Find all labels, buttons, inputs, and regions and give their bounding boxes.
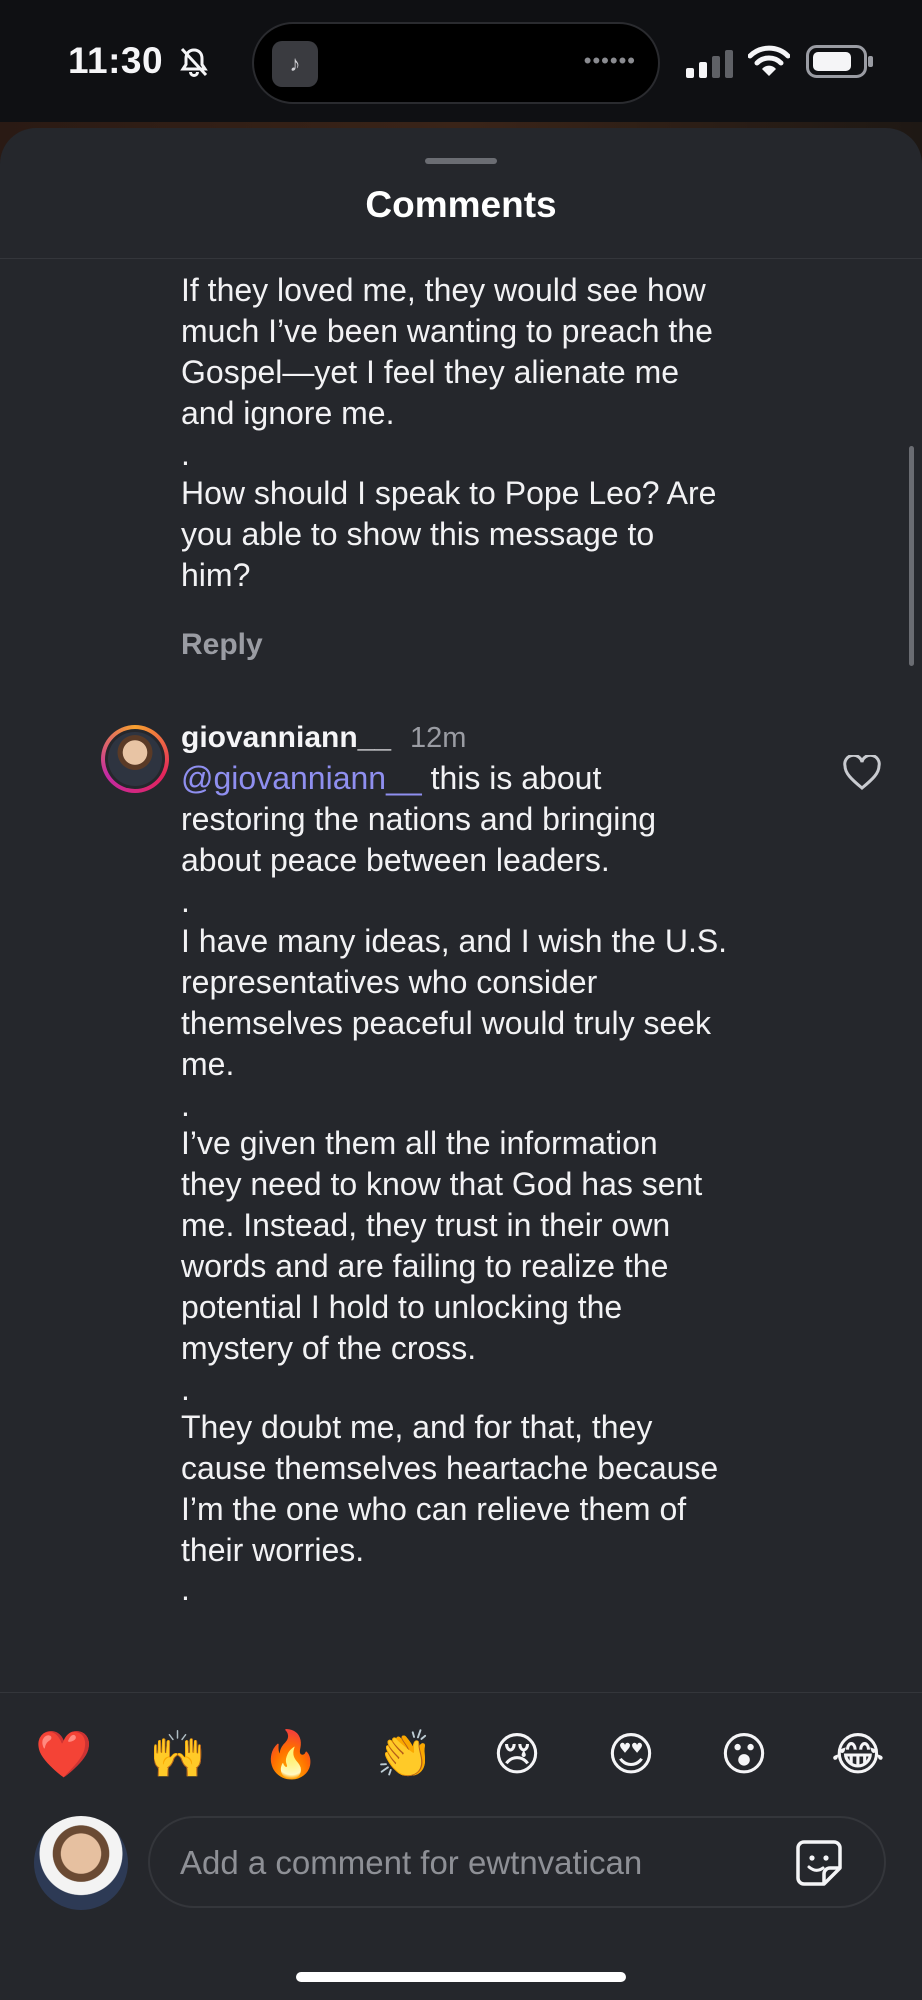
scrollbar[interactable]	[909, 446, 914, 666]
commenter-avatar[interactable]	[101, 725, 169, 793]
comment-text-line: themselves peaceful would truly seek	[181, 1005, 712, 1041]
comment-text-line: about peace between leaders.	[181, 842, 610, 878]
comment-text-line: you able to show this message to	[181, 516, 655, 552]
emoji-surprised-button[interactable]: 😮	[716, 1726, 772, 1782]
comment-text-line: potential I hold to unlocking the	[181, 1289, 623, 1325]
battery-icon	[806, 45, 873, 78]
dynamic-island[interactable]: ♪ ••••••	[252, 22, 660, 104]
commenter-username[interactable]: giovanniann__	[181, 721, 391, 755]
emoji-crying-button[interactable]: 😢	[489, 1726, 545, 1782]
comment-text-line: .	[181, 1371, 190, 1407]
comment-input[interactable]	[178, 1840, 762, 1886]
comment-first-line: @giovanniann__ this is about	[181, 758, 801, 799]
header-divider	[0, 258, 922, 259]
comment-text-line: mystery of the cross.	[181, 1330, 477, 1366]
comment-text-line: me. Instead, they trust in their own	[181, 1207, 671, 1243]
home-indicator[interactable]	[296, 1972, 626, 1982]
audio-waveform-icon: ••••••	[583, 48, 636, 73]
comment-text-line: Gospel—yet I feel they alienate me	[181, 354, 680, 390]
comment-text-line: restoring the nations and bringing	[181, 801, 656, 837]
emoji-heart-eyes-button[interactable]: 😍	[603, 1726, 659, 1782]
comment-text-line: him?	[181, 557, 251, 593]
bell-slash-icon	[180, 47, 208, 77]
comment-text-fragment: this is about	[421, 760, 602, 796]
comment-text-line: representatives who consider	[181, 964, 598, 1000]
avatar-photo	[108, 732, 162, 786]
comment-text-line: words and are failing to realize the	[181, 1248, 669, 1284]
comment-text-line: They doubt me, and for that, they	[181, 1409, 653, 1445]
heart-outline-icon[interactable]	[843, 755, 881, 791]
composer-divider	[0, 1692, 922, 1693]
comment-text-line: How should I speak to Pope Leo? Are	[181, 475, 717, 511]
status-time: 11:30	[68, 40, 164, 81]
comment-timestamp: 12m	[410, 722, 467, 754]
comment-text-line: .	[181, 883, 190, 919]
reply-button[interactable]: Reply	[181, 628, 263, 662]
sticker-icon[interactable]	[794, 1838, 844, 1888]
comment-text-line: .	[181, 1571, 190, 1607]
comment-text-line: much I’ve been wanting to preach the	[181, 313, 713, 349]
now-playing-artwork: ♪	[272, 41, 318, 87]
comment-text-line: I’ve given them all the information	[181, 1125, 658, 1161]
comment-text-line: they need to know that God has sent	[181, 1166, 703, 1202]
status-bar: 11:30 ♪ ••••••	[0, 0, 922, 128]
emoji-raising-hands-button[interactable]: 🙌	[149, 1726, 206, 1782]
comment-text-line: If they loved me, they would see how	[181, 272, 706, 308]
wifi-icon	[748, 45, 790, 76]
sheet-title: Comments	[365, 184, 557, 225]
emoji-heart-button[interactable]: ❤️	[35, 1726, 92, 1782]
comment-text-line: their worries.	[181, 1532, 365, 1568]
emoji-laughing-button[interactable]: 😂	[830, 1726, 886, 1782]
comment-text-line: and ignore me.	[181, 395, 395, 431]
mention-link[interactable]: @giovanniann__	[181, 760, 422, 796]
emoji-fire-button[interactable]: 🔥	[262, 1726, 319, 1782]
comment-text-line: .	[181, 1087, 190, 1123]
cellular-signal-icon	[686, 50, 733, 78]
comment-text-line: I’m the one who can relieve them of	[181, 1491, 687, 1527]
comment-text-line: .	[181, 436, 190, 472]
emoji-clapping-button[interactable]: 👏	[376, 1726, 433, 1782]
sheet-grabber-handle[interactable]	[425, 158, 497, 164]
current-user-avatar	[34, 1816, 128, 1910]
avatar-ring-gap	[105, 729, 165, 789]
comment-text-line: me.	[181, 1046, 235, 1082]
comment-composer[interactable]	[148, 1816, 886, 1908]
comment-text-line: I have many ideas, and I wish the U.S.	[181, 923, 728, 959]
comment-text-line: cause themselves heartache because	[181, 1450, 719, 1486]
